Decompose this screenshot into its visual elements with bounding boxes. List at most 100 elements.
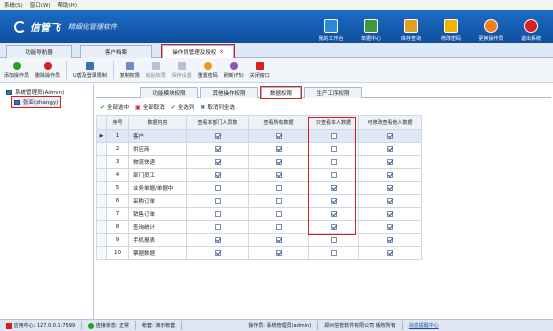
permission-checkbox[interactable] — [214, 171, 221, 178]
add-operator-button[interactable]: 添加操作员 — [4, 59, 29, 82]
permission-checkbox[interactable] — [330, 236, 337, 243]
permission-checkbox[interactable] — [387, 171, 393, 178]
permission-checkbox[interactable] — [387, 210, 393, 217]
close-tab-icon[interactable]: × — [219, 49, 224, 55]
permission-cell — [308, 233, 359, 247]
nav-documents-button[interactable]: 单据中心 — [353, 12, 389, 42]
select-column-button[interactable]: ✔ 全选列 — [171, 103, 195, 112]
table-row[interactable]: 3 物流快递 — [96, 155, 422, 169]
menu-help[interactable]: 帮助(H) — [58, 1, 77, 9]
permission-checkbox[interactable] — [275, 210, 282, 217]
cancel-all-button[interactable]: ▣ 全部取消 — [135, 103, 165, 112]
table-row[interactable]: ▶ 1 客户 — [96, 129, 422, 143]
permission-checkbox[interactable] — [214, 249, 221, 256]
column-header-dept[interactable]: 查看本部门人员数 — [186, 115, 249, 130]
nav-stock-button[interactable]: 库存查询 — [393, 12, 429, 42]
permission-checkbox[interactable] — [387, 184, 393, 191]
tab-other-permissions[interactable]: 其他操作权限 — [200, 87, 258, 98]
table-row[interactable]: 8 查询统计 — [96, 220, 422, 234]
tab-module-permissions[interactable]: 功能模块权限 — [140, 87, 198, 98]
tree-item-admin[interactable]: 系统管理员(Admin) — [6, 88, 64, 96]
permission-checkbox[interactable] — [387, 197, 393, 204]
permission-checkbox[interactable] — [330, 197, 337, 204]
permission-checkbox[interactable] — [330, 184, 337, 191]
tab-navigator[interactable]: 功能导航器 — [6, 45, 72, 58]
permission-checkbox[interactable] — [214, 223, 221, 230]
refresh-button[interactable]: 刷新(F5) — [224, 59, 244, 82]
permission-checkbox[interactable] — [387, 158, 393, 165]
table-row[interactable]: 6 采购订单 — [96, 194, 422, 208]
ukey-login-limit-button[interactable]: U盾及登录限制 — [73, 59, 107, 82]
paste-permissions-button[interactable]: 粘贴权限 — [146, 59, 166, 82]
permission-checkbox[interactable] — [214, 184, 221, 191]
select-all-button[interactable]: ✔ 全部选中 — [100, 103, 129, 112]
nav-exit-button[interactable]: 退出系统 — [513, 12, 549, 42]
message-center-link[interactable]: 消息提醒中心 — [403, 322, 445, 329]
menu-system[interactable]: 系统(S) — [4, 1, 23, 9]
permission-checkbox[interactable] — [387, 145, 393, 152]
permission-checkbox[interactable] — [214, 197, 221, 204]
permission-checkbox[interactable] — [214, 145, 221, 152]
nav-password-button[interactable]: 修改密码 — [433, 12, 469, 42]
table-row[interactable]: 5 业务单据/单据中 — [96, 181, 422, 195]
column-header-no[interactable]: 序号 — [106, 115, 129, 130]
copy-permissions-button[interactable]: 复制权限 — [120, 59, 140, 82]
tab-customers[interactable]: 客户档案 — [80, 45, 152, 58]
reset-password-button[interactable]: 重置密码 — [198, 59, 218, 82]
delete-operator-button[interactable]: 删除操作员 — [35, 59, 60, 82]
permission-checkbox[interactable] — [275, 197, 282, 204]
copy-icon — [125, 61, 134, 70]
tab-process-permissions[interactable]: 生产工序权限 — [304, 87, 362, 98]
permission-checkbox[interactable] — [214, 132, 221, 139]
tree-item-zhangy[interactable]: 张亚(zhangy) — [10, 96, 62, 108]
row-data-content: 部门员工 — [128, 168, 187, 182]
nav-switch-user-button[interactable]: 更换操作员 — [473, 12, 509, 42]
tab-operator-auth-label: 操作员管理及授权 — [172, 50, 217, 56]
permission-checkbox[interactable] — [275, 249, 282, 256]
save-settings-button[interactable]: 保存设置 — [172, 59, 192, 82]
permission-checkbox[interactable] — [275, 145, 282, 152]
tab-customers-label: 客户档案 — [104, 50, 127, 56]
permission-checkbox[interactable] — [275, 158, 282, 165]
permission-checkbox[interactable] — [275, 184, 282, 191]
permission-checkbox[interactable] — [330, 171, 337, 178]
permission-checkbox[interactable] — [387, 223, 393, 230]
permission-checkbox[interactable] — [214, 210, 221, 217]
permission-checkbox[interactable] — [275, 223, 282, 230]
table-row[interactable]: 4 部门员工 — [96, 168, 422, 182]
permission-checkbox[interactable] — [330, 223, 337, 230]
table-row[interactable]: 10 票据数据 — [96, 246, 422, 260]
column-header-edit-others[interactable]: 可修改查看他人数据 — [358, 115, 422, 130]
nav-documents-label: 单据中心 — [360, 36, 381, 42]
table-row[interactable]: 7 销售订单 — [96, 207, 422, 221]
tab-operator-auth[interactable]: 操作员管理及授权 × — [161, 44, 235, 59]
permission-checkbox[interactable] — [330, 249, 337, 256]
permission-checkbox[interactable] — [275, 171, 282, 178]
permission-checkbox[interactable] — [330, 145, 337, 152]
permission-checkbox[interactable] — [214, 236, 221, 243]
toolbar-divider — [66, 61, 68, 79]
row-number: 7 — [106, 207, 129, 221]
tab-data-permissions[interactable]: 数据权限 — [260, 86, 302, 99]
table-row[interactable]: 9 手机报表 — [96, 233, 422, 247]
close-window-button[interactable]: 关闭窗口 — [250, 59, 270, 82]
cancel-column-button[interactable]: ✖ 取消列全选 — [200, 103, 235, 112]
permission-checkbox[interactable] — [387, 236, 393, 243]
permission-checkbox[interactable] — [214, 158, 221, 165]
column-header-content[interactable]: 数据内容 — [128, 115, 187, 130]
nav-workbench-button[interactable]: 我的工作台 — [313, 12, 349, 42]
permission-checkbox[interactable] — [275, 132, 282, 139]
column-header-all[interactable]: 查看所有数据 — [248, 115, 309, 130]
table-row[interactable]: 2 供应商 — [96, 142, 422, 156]
permission-checkbox[interactable] — [387, 249, 393, 256]
permission-checkbox[interactable] — [275, 236, 282, 243]
menu-window[interactable]: 窗口(W) — [30, 1, 51, 9]
permission-checkbox[interactable] — [330, 210, 337, 217]
permission-checkbox[interactable] — [330, 158, 337, 165]
permission-cell — [248, 155, 309, 169]
permission-cell — [186, 181, 249, 195]
permission-checkbox[interactable] — [330, 132, 337, 139]
check-all-icon: ✔ — [100, 103, 106, 111]
permission-checkbox[interactable] — [387, 132, 393, 139]
column-header-self[interactable]: 只查看本人数据 — [308, 115, 359, 130]
